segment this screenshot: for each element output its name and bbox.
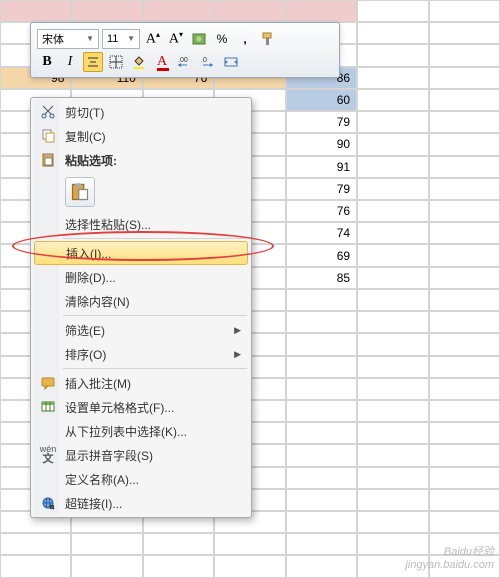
menu-delete[interactable]: 删除(D)... xyxy=(33,265,249,289)
font-size-select[interactable]: 11 ▼ xyxy=(102,29,140,49)
menu-label: 排序(O) xyxy=(65,346,106,363)
comma-icon: , xyxy=(243,32,246,46)
cell[interactable]: 69 xyxy=(286,244,357,266)
format-painter-button[interactable] xyxy=(258,29,278,49)
bucket-icon xyxy=(131,54,147,70)
mini-toolbar: 宋体 ▼ 11 ▼ A▴ A▾ % , B I A xyxy=(30,22,340,78)
svg-text:.00: .00 xyxy=(178,57,188,64)
align-center-button[interactable] xyxy=(83,52,103,72)
menu-label: 超链接(I)... xyxy=(65,495,122,512)
font-color-button[interactable]: A xyxy=(152,52,172,72)
decimal-dec-icon: .00 xyxy=(177,54,193,70)
separator xyxy=(63,315,247,316)
cell[interactable]: 74 xyxy=(286,222,357,244)
menu-label: 粘贴选项: xyxy=(65,152,117,169)
format-cells-icon xyxy=(39,398,57,416)
menu-label: 复制(C) xyxy=(65,128,106,145)
svg-text:.0: .0 xyxy=(201,57,207,64)
menu-show-pinyin[interactable]: wén文 显示拼音字段(S) xyxy=(33,443,249,467)
clipboard-icon xyxy=(39,151,57,169)
hyperlink-icon xyxy=(39,494,57,512)
decimal-inc-icon: .0 xyxy=(200,54,216,70)
menu-label: 设置单元格格式(F)... xyxy=(65,399,174,416)
brush-icon xyxy=(260,31,276,47)
menu-cut[interactable]: 剪切(T) xyxy=(33,100,249,124)
cell[interactable]: 76 xyxy=(286,200,357,222)
menu-paste-options-header: 粘贴选项: xyxy=(33,148,249,172)
merge-center-button[interactable] xyxy=(221,52,241,72)
watermark: Baidu经验 jingyan.baidu.com xyxy=(405,546,494,572)
menu-hyperlink[interactable]: 超链接(I)... xyxy=(33,491,249,515)
italic-icon: I xyxy=(68,54,73,70)
scissors-icon xyxy=(39,103,57,121)
align-center-icon xyxy=(85,54,101,70)
font-size-value: 11 xyxy=(107,33,118,45)
italic-button[interactable]: I xyxy=(60,52,80,72)
money-icon xyxy=(191,31,207,47)
paste-button[interactable] xyxy=(65,177,95,207)
shrink-font-icon: A▾ xyxy=(169,30,183,48)
percent-icon: % xyxy=(217,32,228,46)
menu-sort[interactable]: 排序(O) ▶ xyxy=(33,342,249,366)
grow-font-button[interactable]: A▴ xyxy=(143,29,163,49)
menu-label: 从下拉列表中选择(K)... xyxy=(65,423,187,440)
fill-color-button[interactable] xyxy=(129,52,149,72)
menu-label: 选择性粘贴(S)... xyxy=(65,216,151,233)
font-name-select[interactable]: 宋体 ▼ xyxy=(37,29,99,49)
menu-label: 清除内容(N) xyxy=(65,293,130,310)
separator xyxy=(63,368,247,369)
decrease-decimal-button[interactable]: .00 xyxy=(175,52,195,72)
comma-button[interactable]: , xyxy=(235,29,255,49)
context-menu: 剪切(T) 复制(C) 粘贴选项: 选择性粘贴(S)... 插入(I)... 删… xyxy=(30,97,252,518)
shrink-font-button[interactable]: A▾ xyxy=(166,29,186,49)
menu-label: 显示拼音字段(S) xyxy=(65,447,153,464)
menu-label: 定义名称(A)... xyxy=(65,471,139,488)
menu-label: 筛选(E) xyxy=(65,322,105,339)
comment-icon xyxy=(39,374,57,392)
submenu-arrow-icon: ▶ xyxy=(234,325,241,336)
menu-dropdown-list[interactable]: 从下拉列表中选择(K)... xyxy=(33,419,249,443)
menu-paste-special[interactable]: 选择性粘贴(S)... xyxy=(33,212,249,236)
menu-clear-contents[interactable]: 清除内容(N) xyxy=(33,289,249,313)
percent-button[interactable]: % xyxy=(212,29,232,49)
merge-icon xyxy=(223,54,239,70)
clipboard-paste-icon xyxy=(70,182,90,202)
menu-label: 插入批注(M) xyxy=(65,375,131,392)
cell[interactable]: 85 xyxy=(286,267,357,289)
watermark-line1: Baidu经验 xyxy=(405,546,494,559)
menu-label: 删除(D)... xyxy=(65,269,116,286)
accounting-format-button[interactable] xyxy=(189,29,209,49)
menu-format-cells[interactable]: 设置单元格格式(F)... xyxy=(33,395,249,419)
menu-copy[interactable]: 复制(C) xyxy=(33,124,249,148)
chevron-down-icon: ▼ xyxy=(127,34,135,43)
menu-label: 剪切(T) xyxy=(65,104,104,121)
cell[interactable]: 79 xyxy=(286,111,357,133)
increase-decimal-button[interactable]: .0 xyxy=(198,52,218,72)
borders-icon xyxy=(108,54,124,70)
watermark-line2: jingyan.baidu.com xyxy=(405,559,494,572)
cell[interactable]: 60 xyxy=(286,89,357,111)
submenu-arrow-icon: ▶ xyxy=(234,349,241,360)
cell[interactable]: 91 xyxy=(286,156,357,178)
chevron-down-icon: ▼ xyxy=(86,34,94,43)
separator xyxy=(63,238,247,239)
cell[interactable]: 79 xyxy=(286,178,357,200)
menu-label: 插入(I)... xyxy=(66,245,111,262)
borders-button[interactable] xyxy=(106,52,126,72)
bold-icon: B xyxy=(42,54,51,70)
cell[interactable]: 90 xyxy=(286,133,357,155)
font-color-icon: A xyxy=(157,54,167,70)
paste-options-row xyxy=(33,172,249,212)
menu-filter[interactable]: 筛选(E) ▶ xyxy=(33,318,249,342)
menu-define-name[interactable]: 定义名称(A)... xyxy=(33,467,249,491)
menu-insert-comment[interactable]: 插入批注(M) xyxy=(33,371,249,395)
copy-icon xyxy=(39,127,57,145)
font-name-value: 宋体 xyxy=(42,31,64,47)
menu-insert[interactable]: 插入(I)... xyxy=(34,241,248,265)
pinyin-icon: wén文 xyxy=(39,446,57,464)
grow-font-icon: A▴ xyxy=(146,30,160,48)
bold-button[interactable]: B xyxy=(37,52,57,72)
